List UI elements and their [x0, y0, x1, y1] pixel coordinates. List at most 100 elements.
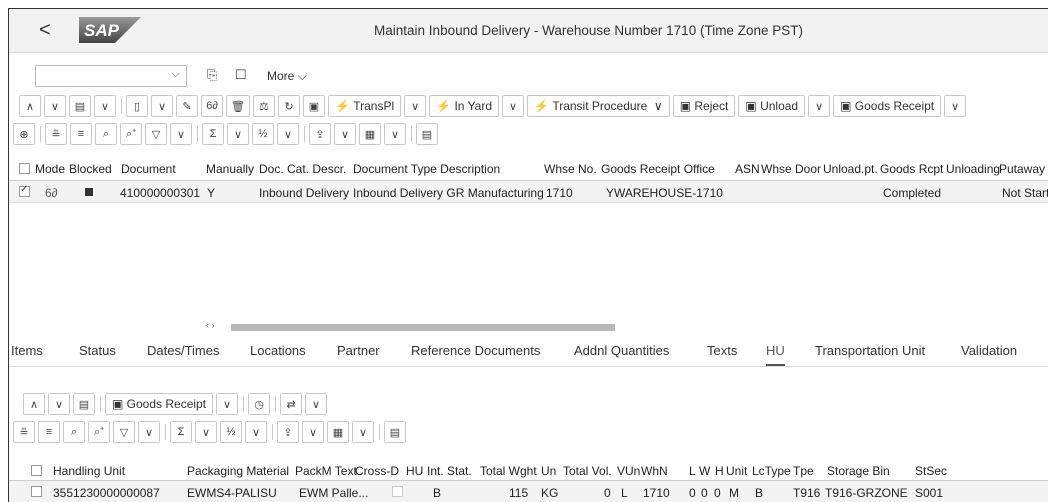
chevron-down-icon[interactable]: ∨: [944, 95, 967, 117]
layout-icon[interactable]: ▤: [69, 95, 91, 117]
horizontal-scrollbar[interactable]: ‹ ›: [9, 320, 1048, 332]
chevron-down-icon[interactable]: ∨: [277, 123, 299, 145]
layout-settings-icon[interactable]: ▦: [359, 123, 381, 145]
column-header[interactable]: Unloading: [946, 162, 1000, 176]
exchange-icon[interactable]: ⇄: [280, 393, 303, 415]
sum-icon[interactable]: Σ: [202, 123, 224, 145]
scroll-up-icon[interactable]: ∧: [23, 393, 45, 415]
column-header[interactable]: Total Wght: [480, 464, 537, 478]
column-header[interactable]: Manually: [206, 162, 254, 176]
column-header[interactable]: Storage Bin: [827, 464, 890, 478]
column-header[interactable]: StSec: [915, 464, 947, 478]
row-checkbox[interactable]: [19, 184, 30, 197]
scroll-down-icon[interactable]: ∨: [48, 393, 70, 415]
chevron-down-icon[interactable]: ∨: [384, 123, 406, 145]
in-yard-button[interactable]: ⚡ In Yard: [429, 95, 500, 117]
column-header[interactable]: Whse No.: [544, 162, 597, 176]
tab-texts[interactable]: Texts: [707, 343, 737, 358]
find-next-icon[interactable]: ⌕⁺: [88, 421, 110, 443]
column-header[interactable]: W: [699, 464, 710, 478]
column-header[interactable]: Goods Receipt Office: [601, 162, 715, 176]
chevron-down-icon[interactable]: ∨: [502, 95, 525, 117]
chevron-down-icon[interactable]: ⌵: [172, 68, 180, 81]
hu-goods-receipt-button[interactable]: ▣ Goods Receipt: [105, 393, 214, 415]
tab-hu[interactable]: HU: [766, 343, 785, 366]
tab-partner[interactable]: Partner: [337, 343, 380, 358]
column-header[interactable]: Packaging Material: [187, 464, 289, 478]
column-header[interactable]: Whse Door: [761, 162, 821, 176]
more-menu[interactable]: More ⌵: [267, 69, 307, 84]
clock-icon[interactable]: ◷: [248, 393, 271, 415]
scroll-down-icon[interactable]: ∨: [44, 95, 66, 117]
refresh-icon[interactable]: ↻: [277, 95, 300, 117]
column-header[interactable]: LcType: [752, 464, 791, 478]
save-layout-icon[interactable]: ⎘: [207, 67, 217, 83]
row-checkbox[interactable]: [31, 486, 42, 497]
chevron-down-icon[interactable]: ∨: [151, 95, 173, 117]
column-header[interactable]: Document Type Description: [353, 162, 500, 176]
tab-locations[interactable]: Locations: [250, 343, 306, 358]
balance-icon[interactable]: ⚖: [252, 95, 275, 117]
unload-button[interactable]: ▣ Unload: [738, 95, 806, 117]
chevron-down-icon[interactable]: ∨: [808, 95, 831, 117]
column-header[interactable]: Doc. Cat. Descr.: [259, 162, 346, 176]
subtotal-icon[interactable]: ½: [220, 421, 242, 443]
column-header[interactable]: VUn: [617, 464, 640, 478]
subtotal-icon[interactable]: ½: [252, 123, 274, 145]
tab-validation[interactable]: Validation: [961, 343, 1017, 358]
select-all-checkbox[interactable]: [31, 465, 42, 476]
tab-status[interactable]: Status: [79, 343, 116, 358]
chevron-down-icon[interactable]: ∨: [94, 95, 116, 117]
handling-unit[interactable]: 3551230000000087: [53, 486, 160, 500]
transit-procedure-button[interactable]: ⚡ Transit Procedure ∨: [527, 95, 670, 117]
find-icon[interactable]: ⌕: [95, 123, 117, 145]
column-header[interactable]: Cross-D: [355, 464, 399, 478]
column-header[interactable]: Un: [541, 464, 556, 478]
column-header[interactable]: Handling Unit: [53, 464, 125, 478]
chevron-down-icon[interactable]: ∨: [404, 95, 427, 117]
sort-asc-icon[interactable]: ≞: [13, 421, 35, 443]
goods-receipt-button[interactable]: ▣ Goods Receipt: [833, 95, 942, 117]
find-icon[interactable]: ⌕: [63, 421, 85, 443]
filter-icon[interactable]: ▽: [113, 421, 135, 443]
select-all-checkbox[interactable]: [19, 163, 30, 174]
delete-icon[interactable]: 🗑: [226, 95, 250, 117]
chevron-down-icon[interactable]: ∨: [195, 421, 217, 443]
scroll-arrows-icon[interactable]: ‹ ›: [206, 320, 215, 330]
new-doc-icon[interactable]: ▯: [126, 95, 148, 117]
scrollbar-thumb[interactable]: [231, 324, 615, 331]
export-icon[interactable]: ⇪: [277, 421, 299, 443]
table-row[interactable]: 6∂ 410000000301 Y Inbound Delivery Inbou…: [9, 181, 1048, 203]
scroll-up-icon[interactable]: ∧: [19, 95, 41, 117]
chevron-down-icon[interactable]: ∨: [245, 421, 267, 443]
filter-icon[interactable]: ▽: [145, 123, 167, 145]
sort-asc-icon[interactable]: ≞: [45, 123, 67, 145]
column-header[interactable]: L: [689, 464, 696, 478]
column-header[interactable]: ASN: [735, 162, 760, 176]
column-header[interactable]: Putaway: [999, 162, 1045, 176]
print-icon[interactable]: ▤: [416, 123, 438, 145]
column-header[interactable]: WhN: [641, 464, 668, 478]
tab-addnl-quantities[interactable]: Addnl Quantities: [574, 343, 669, 358]
window-icon[interactable]: ☐: [235, 67, 247, 83]
sum-icon[interactable]: Σ: [170, 421, 192, 443]
command-field[interactable]: ⌵: [35, 65, 187, 87]
chevron-down-icon[interactable]: ∨: [302, 421, 324, 443]
zoom-icon[interactable]: ⊕: [13, 123, 35, 145]
find-next-icon[interactable]: ⌕⁺: [120, 123, 142, 145]
tab-transportation-unit[interactable]: Transportation Unit: [815, 343, 925, 358]
column-header[interactable]: Unit: [726, 464, 747, 478]
column-header[interactable]: Blocked: [69, 162, 112, 176]
column-header[interactable]: Unload.pt.: [823, 162, 878, 176]
chevron-down-icon[interactable]: ∨: [334, 123, 356, 145]
column-header[interactable]: Goods Rcpt: [880, 162, 943, 176]
transpl-button[interactable]: ⚡ TransPl: [327, 95, 402, 117]
edit-icon[interactable]: ✎: [176, 95, 198, 117]
column-header[interactable]: H: [715, 464, 724, 478]
column-header[interactable]: Int. Stat.: [427, 464, 472, 478]
tab-reference-documents[interactable]: Reference Documents: [411, 343, 540, 358]
chevron-down-icon[interactable]: ∨: [138, 421, 160, 443]
tab-dates-times[interactable]: Dates/Times: [147, 343, 219, 358]
chevron-down-icon[interactable]: ∨: [170, 123, 192, 145]
print-icon[interactable]: ▤: [384, 421, 406, 443]
